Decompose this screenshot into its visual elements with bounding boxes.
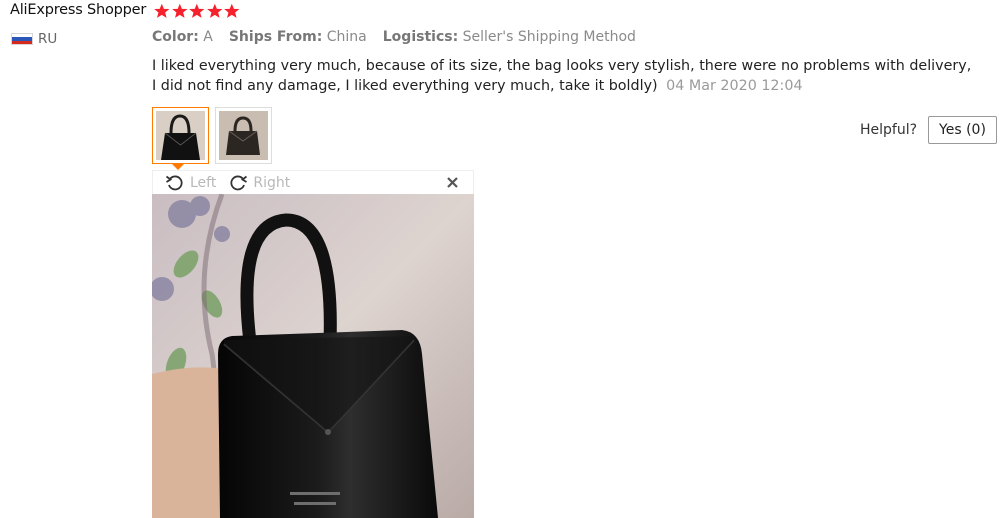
rotate-left-button[interactable]: Left [165, 174, 216, 192]
active-thumbnail-caret [171, 163, 185, 170]
rotate-right-button[interactable]: Right [228, 174, 290, 192]
bag-photo-icon [156, 111, 205, 160]
ships-from-info: Ships From: China [229, 29, 367, 45]
bag-photo-icon [219, 111, 268, 160]
star-icon [206, 3, 223, 18]
rotate-right-icon [230, 175, 248, 190]
helpful-yes-button[interactable]: Yes (0) [928, 116, 997, 144]
russia-flag-icon [11, 33, 33, 45]
meta-label: Logistics: [382, 29, 459, 45]
review-photo-thumbnails [152, 107, 272, 164]
review-text: I liked everything very much, because of… [152, 58, 972, 94]
close-viewer-button[interactable] [445, 174, 461, 194]
close-icon [447, 177, 458, 188]
thumbnail-image [156, 111, 205, 160]
order-info: Color: A Ships From: China Logistics: Se… [152, 29, 652, 45]
thumbnail-image [219, 111, 268, 160]
photo-thumbnail-2[interactable] [215, 107, 272, 164]
meta-value: A [203, 29, 213, 45]
meta-label: Ships From: [228, 29, 323, 45]
logistics-info: Logistics: Seller's Shipping Method [383, 29, 636, 45]
review-item: AliExpress Shopper RU Color: A Ships Fro… [0, 0, 1000, 518]
meta-label: Color: [152, 29, 199, 45]
meta-value: Seller's Shipping Method [462, 29, 636, 45]
country-code: RU [38, 31, 58, 47]
color-info: Color: A [152, 29, 213, 45]
star-icon [224, 3, 240, 18]
helpful-vote: Helpful? Yes (0) [860, 116, 997, 144]
review-body: I liked everything very much, because of… [152, 56, 977, 96]
reviewer-name: AliExpress Shopper [10, 2, 147, 18]
photo-viewer-toolbar: Left Right [152, 170, 474, 194]
rotate-right-label: Right [253, 174, 291, 191]
review-photo-large [152, 194, 474, 518]
rotate-left-icon [165, 175, 183, 190]
rotate-left-label: Left [190, 174, 217, 191]
star-icon [171, 3, 188, 18]
star-icon [189, 3, 205, 18]
star-rating [153, 3, 241, 19]
review-date: 04 Mar 2020 12:04 [666, 78, 803, 94]
reviewer-country: RU [11, 31, 57, 47]
helpful-label: Helpful? [860, 122, 918, 138]
star-icon [154, 3, 170, 18]
photo-thumbnail-1[interactable] [152, 107, 209, 164]
handbag-photo [152, 194, 474, 518]
meta-value: China [326, 29, 367, 45]
